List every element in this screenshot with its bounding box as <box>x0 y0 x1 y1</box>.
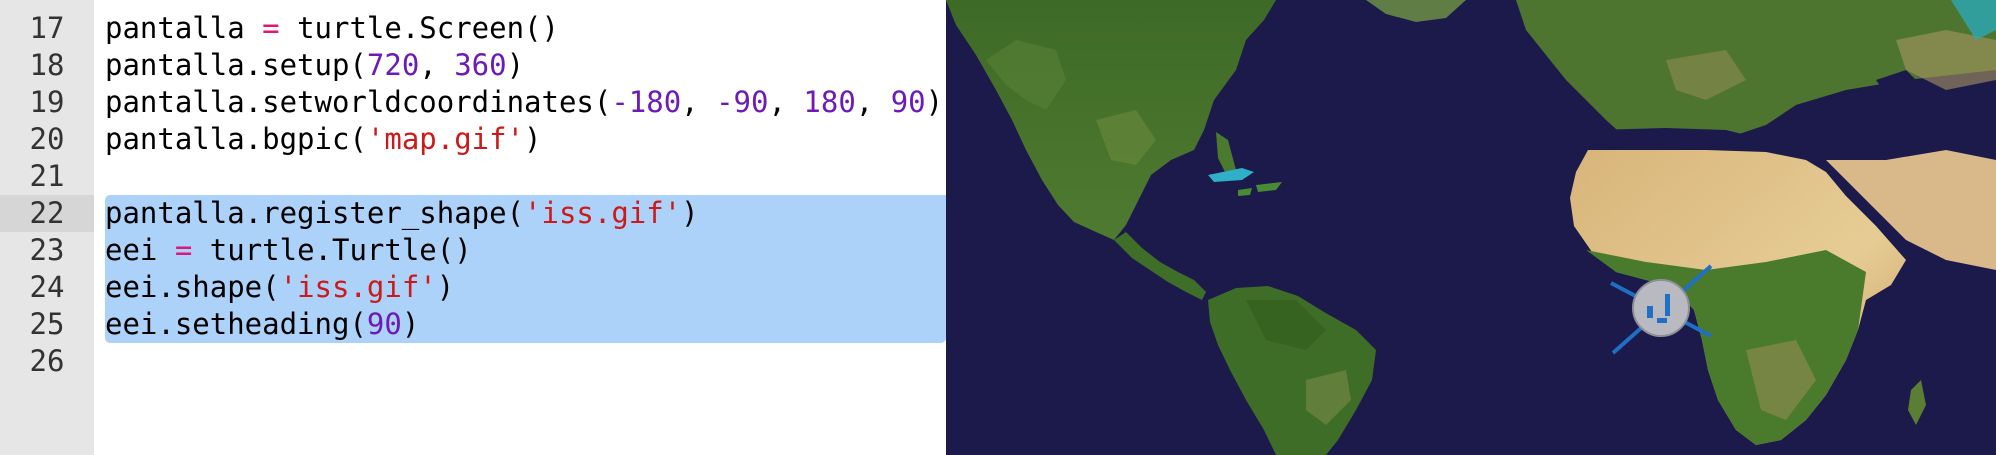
line-number: 17 <box>29 11 65 45</box>
turtle-screen[interactable] <box>946 0 1996 455</box>
code-line[interactable]: 22 pantalla.register_shape('iss.gif') <box>0 195 946 232</box>
code-token-num: -90 <box>716 85 769 119</box>
line-number: 20 <box>29 122 65 156</box>
code-line[interactable]: 23 eei = turtle.Turtle() <box>0 232 946 269</box>
code-token-num: 90 <box>890 85 926 119</box>
code-token-str: 'iss.gif' <box>524 196 682 230</box>
code-token-num: 360 <box>454 48 507 82</box>
code-token-txt: ) <box>436 270 455 304</box>
code-line[interactable]: 17 pantalla = turtle.Screen() <box>0 10 946 47</box>
code-token-num: 180 <box>803 85 856 119</box>
code-token-txt: , <box>855 85 891 119</box>
code-line[interactable]: 24 eei.shape('iss.gif') <box>0 269 946 306</box>
code-token-txt: turtle.Turtle() <box>192 233 472 267</box>
code-text: pantalla.setworldcoordinates(-180, -90, … <box>105 84 943 121</box>
code-line[interactable]: 18 pantalla.setup(720, 360) <box>0 47 946 84</box>
code-line[interactable]: 25 eei.setheading(90) <box>0 306 946 343</box>
line-number: 26 <box>29 344 65 378</box>
code-text: eei.shape('iss.gif') <box>105 269 454 306</box>
code-text: pantalla = turtle.Screen() <box>105 10 559 47</box>
code-token-txt: pantalla.bgpic( <box>105 122 367 156</box>
code-token-num: 720 <box>366 48 420 82</box>
code-token-txt: ) <box>401 307 420 341</box>
line-number: 23 <box>29 233 65 267</box>
code-text: eei = turtle.Turtle() <box>105 232 472 269</box>
line-number: 19 <box>29 85 65 119</box>
code-line[interactable]: 21 <box>0 158 946 195</box>
code-token-txt: ) <box>506 48 525 82</box>
code-token-txt: pantalla.register_shape( <box>105 196 525 230</box>
line-number: 24 <box>29 270 65 304</box>
line-number: 21 <box>29 159 65 193</box>
code-token-txt: eei.shape( <box>105 270 280 304</box>
code-token-txt: pantalla <box>105 11 263 45</box>
code-line[interactable]: 19 pantalla.setworldcoordinates(-180, -90… <box>0 84 946 121</box>
code-text: pantalla.setup(720, 360) <box>105 47 524 84</box>
code-token-num: 90 <box>366 307 402 341</box>
code-token-txt: pantalla.setworldcoordinates( <box>105 85 612 119</box>
code-token-str: 'iss.gif' <box>279 270 437 304</box>
code-text: eei.setheading(90) <box>105 306 419 343</box>
code-token-txt: turtle.Screen() <box>279 11 559 45</box>
code-text: pantalla.bgpic('map.gif') <box>105 121 542 158</box>
code-token-txt: , <box>768 85 804 119</box>
code-editor[interactable]: 17 pantalla = turtle.Screen() 18 pantalla.s… <box>0 0 946 455</box>
code-text: pantalla.register_shape('iss.gif') <box>105 195 699 232</box>
line-number: 18 <box>29 48 65 82</box>
code-line[interactable]: 20 pantalla.bgpic('map.gif') <box>0 121 946 158</box>
code-token-txt: , <box>419 48 455 82</box>
line-number: 22 <box>0 195 94 232</box>
code-token-txt: , <box>681 85 717 119</box>
code-token-txt: eei <box>105 233 175 267</box>
code-token-num: -180 <box>611 85 682 119</box>
code-token-txt: eei.setheading( <box>105 307 367 341</box>
code-line[interactable]: 26 <box>0 343 946 380</box>
code-token-str: 'map.gif' <box>366 122 525 156</box>
line-number: 25 <box>29 307 65 341</box>
code-token-txt: ) <box>524 122 542 156</box>
code-token-txt: ) <box>681 196 699 230</box>
code-token-op: = <box>262 11 280 45</box>
code-token-txt: ) <box>925 85 944 119</box>
code-token-op: = <box>174 233 193 267</box>
world-map <box>946 0 1996 455</box>
code-token-txt: pantalla.setup( <box>105 48 367 82</box>
